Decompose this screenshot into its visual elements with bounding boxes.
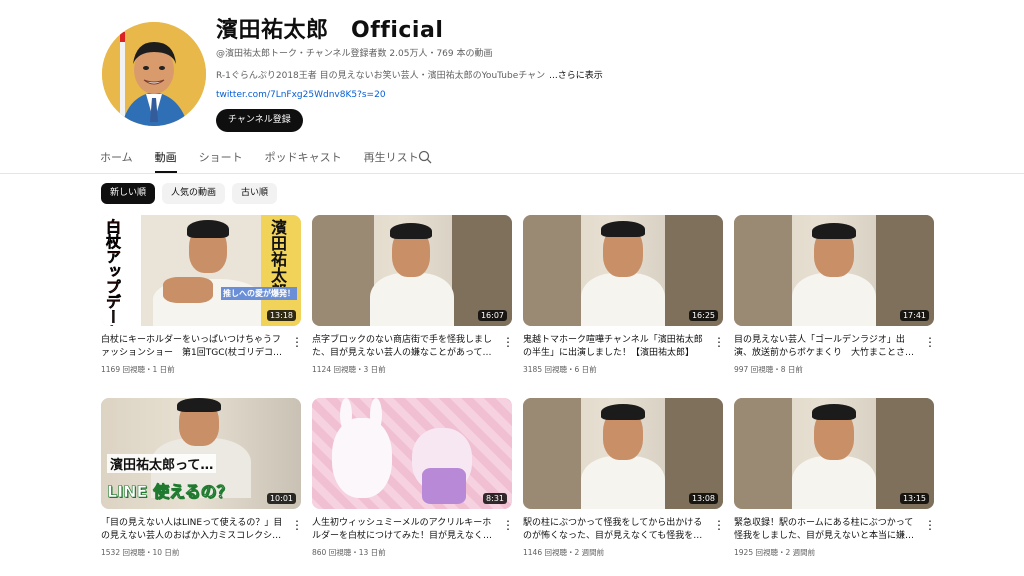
- video-thumbnail[interactable]: 濱田祐太郎って… LINE 使えるの？ 10:01: [101, 398, 301, 509]
- video-duration: 13:15: [899, 493, 929, 504]
- video-meta: 997 回視聴・8 日前: [734, 365, 803, 374]
- video-thumbnail[interactable]: 17:41: [734, 215, 934, 326]
- channel-tabs: ホーム 動画 ショート ポッドキャスト 再生リスト: [100, 143, 441, 173]
- video-duration: 16:25: [688, 310, 718, 321]
- video-duration: 13:18: [266, 310, 296, 321]
- video-meta: 860 回視聴・13 日前: [312, 548, 386, 557]
- channel-meta: @濱田祐太郎トーク・チャンネル登録者数 2.05万人・769 本の動画: [216, 49, 493, 59]
- subscribe-button[interactable]: チャンネル登録: [216, 109, 303, 132]
- video-card[interactable]: 16:07 点字ブロックのない商店街で手を怪我しました、目が見えない芸人の嫌なこ…: [312, 215, 514, 375]
- video-card[interactable]: 17:41 目の見えない芸人「ゴールデンラジオ」出演、放送前からボケまくり 大竹…: [734, 215, 936, 375]
- more-vert-icon[interactable]: ⋮: [502, 518, 514, 532]
- video-thumbnail[interactable]: 13:08: [523, 398, 723, 509]
- video-title[interactable]: 白杖にキーホルダーをいっぱいつけちゃうファッションショー 第1回TGC(杖ゴリデ…: [101, 334, 285, 360]
- video-thumbnail[interactable]: 13:15: [734, 398, 934, 509]
- video-thumbnail[interactable]: 16:07: [312, 215, 512, 326]
- more-vert-icon[interactable]: ⋮: [924, 518, 936, 532]
- more-vert-icon[interactable]: ⋮: [291, 335, 303, 349]
- video-title[interactable]: 人生初ウィッシュミーメルのアクリルキーホルダーを白杖につけてみた！目が見えなく…: [312, 517, 496, 543]
- video-card[interactable]: 13:15 緊急収録！駅のホームにある柱にぶつかって怪我をしました、目が見えない…: [734, 398, 936, 558]
- video-duration: 8:31: [483, 493, 507, 504]
- video-thumbnail[interactable]: 16:25: [523, 215, 723, 326]
- tab-videos[interactable]: 動画: [154, 143, 177, 173]
- video-meta: 1925 回視聴・2 週間前: [734, 548, 816, 557]
- channel-description-text: R-1ぐらんぷり2018王者 目の見えないお笑い芸人・濱田祐太郎のYouTube…: [216, 71, 546, 81]
- thumbnail-caption-mid: 推しへの愛が爆発！: [221, 287, 297, 300]
- video-thumbnail[interactable]: 8:31: [312, 398, 512, 509]
- video-title[interactable]: 点字ブロックのない商店街で手を怪我しました、目が見えない芸人の嫌なことがあって…: [312, 334, 496, 360]
- video-title[interactable]: 目の見えない芸人「ゴールデンラジオ」出演、放送前からボケまくり 大竹まことさ…: [734, 334, 918, 360]
- video-duration: 10:01: [266, 493, 296, 504]
- search-icon[interactable]: [418, 150, 432, 164]
- more-vert-icon[interactable]: ⋮: [924, 335, 936, 349]
- more-vert-icon[interactable]: ⋮: [291, 518, 303, 532]
- video-card[interactable]: 8:31 人生初ウィッシュミーメルのアクリルキーホルダーを白杖につけてみた！目が…: [312, 398, 514, 558]
- video-duration: 17:41: [899, 310, 929, 321]
- video-title[interactable]: 駅の柱にぶつかって怪我をしてから出かけるのが怖くなった、目が見えなくても怪我を…: [523, 517, 707, 543]
- tab-playlists[interactable]: 再生リスト: [364, 143, 419, 173]
- tabs-divider: [0, 173, 1024, 174]
- video-card[interactable]: 濱田祐太郎って… LINE 使えるの？ 10:01 「目の見えない人はLINEっ…: [101, 398, 303, 558]
- video-title[interactable]: 「目の見えない人はLINEって使えるの？」目の見えない芸人のおばか入力ミスコレク…: [101, 517, 285, 543]
- channel-avatar[interactable]: [102, 22, 206, 126]
- sort-chips: 新しい順 人気の動画 古い順: [101, 183, 278, 204]
- avatar-illustration: [102, 22, 206, 126]
- channel-external-link[interactable]: twitter.com/7LnFxg25Wdnv8K5?s=20: [216, 90, 386, 100]
- chip-popular[interactable]: 人気の動画: [162, 183, 226, 204]
- more-vert-icon[interactable]: ⋮: [713, 518, 725, 532]
- thumbnail-caption-top: 濱田祐太郎って…: [107, 454, 217, 473]
- video-title[interactable]: 緊急収録！駅のホームにある柱にぶつかって怪我をしました、目が見えないと本当に嫌…: [734, 517, 918, 543]
- video-card[interactable]: 16:25 鬼越トマホーク喧嘩チャンネル「濱田祐太郎の半生」に出演しました！【濱…: [523, 215, 725, 375]
- tab-podcasts[interactable]: ポッドキャスト: [265, 143, 342, 173]
- video-duration: 13:08: [688, 493, 718, 504]
- video-thumbnail[interactable]: 白杖アップデート 濱田祐太郎 推しへの愛が爆発！ 13:18: [101, 215, 301, 326]
- show-more-link[interactable]: ...さらに表示: [549, 71, 603, 81]
- more-vert-icon[interactable]: ⋮: [713, 335, 725, 349]
- video-card[interactable]: 13:08 駅の柱にぶつかって怪我をしてから出かけるのが怖くなった、目が見えなく…: [523, 398, 725, 558]
- video-meta: 1169 回視聴・1 日前: [101, 365, 175, 374]
- tab-home[interactable]: ホーム: [100, 143, 133, 173]
- chip-oldest[interactable]: 古い順: [232, 183, 278, 204]
- channel-description[interactable]: R-1ぐらんぷり2018王者 目の見えないお笑い芸人・濱田祐太郎のYouTube…: [216, 68, 603, 81]
- video-card[interactable]: 白杖アップデート 濱田祐太郎 推しへの愛が爆発！ 13:18 白杖にキーホルダー…: [101, 215, 303, 375]
- video-meta: 1532 回視聴・10 日前: [101, 548, 180, 557]
- channel-title: 濱田祐太郎 Official: [216, 18, 444, 43]
- video-meta: 3185 回視聴・6 日前: [523, 365, 597, 374]
- video-meta: 1124 回視聴・3 日前: [312, 365, 386, 374]
- chip-newest[interactable]: 新しい順: [101, 183, 156, 204]
- thumbnail-caption-left: 白杖アップデート: [104, 219, 123, 326]
- video-meta: 1146 回視聴・2 週間前: [523, 548, 605, 557]
- video-title[interactable]: 鬼越トマホーク喧嘩チャンネル「濱田祐太郎の半生」に出演しました！【濱田祐太郎】: [523, 334, 707, 360]
- thumbnail-caption-bottom: LINE 使えるの？: [107, 482, 233, 502]
- video-duration: 16:07: [477, 310, 507, 321]
- more-vert-icon[interactable]: ⋮: [502, 335, 514, 349]
- tab-shorts[interactable]: ショート: [199, 143, 243, 173]
